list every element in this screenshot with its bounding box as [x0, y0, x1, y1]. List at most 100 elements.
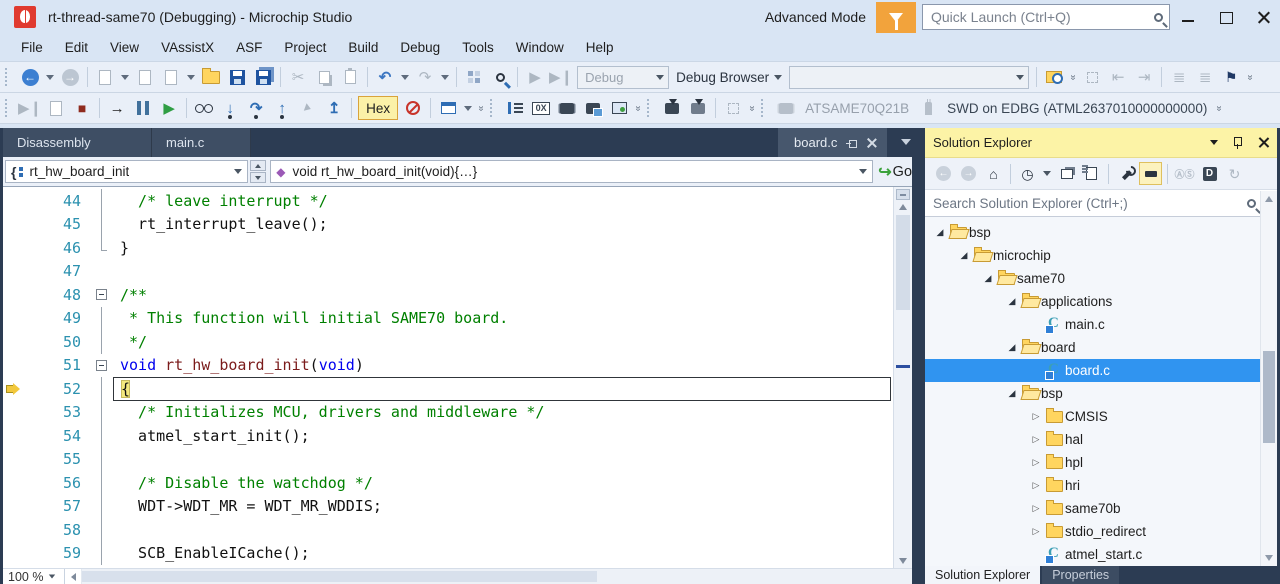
processes-window-icon[interactable] — [436, 96, 460, 120]
window-position-dropdown-icon[interactable] — [1210, 140, 1218, 145]
restart-icon[interactable] — [44, 96, 68, 120]
save-all-icon[interactable] — [251, 65, 275, 89]
comment-lines-icon[interactable]: ≣ — [1167, 65, 1191, 89]
dependencies-view-button[interactable]: D — [1198, 162, 1221, 185]
continue-icon[interactable]: ▶ — [157, 96, 181, 120]
tree-item-board-c[interactable]: board.c — [925, 359, 1277, 382]
toolbar-grip[interactable] — [5, 99, 13, 117]
filter-dropdown-icon[interactable] — [1041, 162, 1053, 185]
breakpoint-margin[interactable] — [3, 518, 23, 542]
expander-collapsed-icon[interactable]: ▷ — [1029, 411, 1043, 422]
new-project-icon[interactable] — [93, 65, 117, 89]
tree-item-bsp[interactable]: ◢bsp — [925, 221, 1277, 244]
tree-item-hal[interactable]: ▷hal — [925, 428, 1277, 451]
spin-down-button[interactable] — [250, 172, 267, 183]
step-out-icon[interactable]: ↑ — [270, 96, 294, 120]
attach-to-target-icon[interactable]: ▶❙ — [18, 96, 42, 120]
tree-item-bsp[interactable]: ◢bsp — [925, 382, 1277, 405]
menu-item-project[interactable]: Project — [273, 36, 337, 59]
scrollbar-thumb[interactable] — [1263, 351, 1275, 443]
start-debugging-icon[interactable]: ▶❙ — [549, 65, 573, 89]
breakpoint-margin[interactable] — [3, 542, 23, 566]
add-item-icon[interactable] — [133, 65, 157, 89]
expander-collapsed-icon[interactable]: ▷ — [1029, 526, 1043, 537]
bottom-tab-properties[interactable]: Properties — [1042, 566, 1119, 584]
device-programming-icon[interactable] — [581, 96, 605, 120]
breakpoint-margin[interactable] — [3, 448, 23, 472]
io-view-icon[interactable] — [555, 96, 579, 120]
breakpoint-margin[interactable] — [3, 330, 23, 354]
quick-launch-box[interactable] — [922, 4, 1170, 30]
toolbar-overflow-icon[interactable]: » — [633, 102, 644, 114]
assembly-view-button[interactable]: ⒶⓈ — [1173, 162, 1196, 185]
read-device-icon[interactable] — [686, 96, 710, 120]
program-device-icon[interactable] — [660, 96, 684, 120]
maximize-button[interactable] — [1218, 10, 1234, 24]
memory-hex-view-icon[interactable]: 0X — [529, 96, 553, 120]
show-all-files-button[interactable] — [1139, 162, 1162, 185]
sync-with-active-document-button[interactable] — [1055, 162, 1078, 185]
toolbar-overflow-icon[interactable]: » — [476, 102, 487, 114]
close-panel-icon[interactable] — [1258, 137, 1269, 148]
pending-changes-filter-button[interactable]: ◷ — [1016, 162, 1039, 185]
zoom-icon[interactable] — [488, 65, 512, 89]
menu-item-view[interactable]: View — [99, 36, 150, 59]
new-file-icon[interactable] — [159, 65, 183, 89]
pin-icon[interactable] — [847, 138, 857, 148]
quickwatch-icon[interactable] — [192, 96, 216, 120]
expander-collapsed-icon[interactable]: ▷ — [1029, 457, 1043, 468]
scroll-down-icon[interactable] — [899, 558, 907, 564]
menu-item-window[interactable]: Window — [505, 36, 575, 59]
toolbar-overflow-icon[interactable]: » — [1214, 102, 1225, 114]
menu-item-debug[interactable]: Debug — [389, 36, 451, 59]
set-next-statement-icon[interactable]: ↥ — [322, 96, 346, 120]
menu-item-edit[interactable]: Edit — [54, 36, 99, 59]
menu-item-build[interactable]: Build — [337, 36, 389, 59]
editor-horizontal-scrollbar[interactable] — [82, 569, 912, 584]
debugger-interface-icon[interactable] — [916, 96, 940, 120]
zoom-level-dropdown[interactable]: 100 % — [3, 569, 65, 584]
tree-item-microchip[interactable]: ◢microchip — [925, 244, 1277, 267]
uncomment-lines-icon[interactable]: ≣ — [1193, 65, 1217, 89]
fold-toggle[interactable] — [91, 283, 113, 307]
selection-mode-icon[interactable] — [1080, 65, 1104, 89]
breakpoint-margin[interactable] — [3, 401, 23, 425]
spin-up-button[interactable] — [250, 160, 267, 171]
solution-explorer-header[interactable]: Solution Explorer — [925, 128, 1277, 158]
run-to-cursor-icon[interactable] — [296, 96, 320, 120]
scope-spinner[interactable] — [250, 160, 267, 183]
trace-icon[interactable] — [721, 96, 745, 120]
code-editor[interactable]: 44 /* leave interrupt */45 rt_interrupt_… — [3, 187, 912, 568]
menu-item-file[interactable]: File — [10, 36, 54, 59]
breakpoint-margin[interactable] — [3, 189, 23, 213]
chevron-down-icon[interactable] — [441, 75, 449, 80]
tab-main-c[interactable]: main.c — [152, 128, 251, 157]
expander-expanded-icon[interactable]: ◢ — [1005, 296, 1019, 307]
solution-explorer-search[interactable] — [925, 190, 1277, 217]
expander-expanded-icon[interactable]: ◢ — [1005, 388, 1019, 399]
expander-collapsed-icon[interactable]: ▷ — [1029, 480, 1043, 491]
breakpoint-margin[interactable] — [3, 213, 23, 237]
collapse-all-button[interactable] — [1080, 162, 1103, 185]
toolbar-grip[interactable] — [5, 68, 13, 86]
menu-item-tools[interactable]: Tools — [451, 36, 505, 59]
scroll-down-icon[interactable] — [1265, 555, 1273, 561]
member-dropdown[interactable]: ◆ void rt_hw_board_init(void){…} — [270, 160, 873, 183]
screen-window-icon[interactable] — [607, 96, 631, 120]
step-over-icon[interactable]: ↷ — [244, 96, 268, 120]
scrollbar-thumb[interactable] — [82, 571, 597, 582]
tree-item-same70b[interactable]: ▷same70b — [925, 497, 1277, 520]
paste-icon[interactable] — [338, 65, 362, 89]
tree-item-board[interactable]: ◢board — [925, 336, 1277, 359]
tree-item-hri[interactable]: ▷hri — [925, 474, 1277, 497]
disable-all-breakpoints-icon[interactable] — [401, 96, 425, 120]
breakpoint-margin[interactable] — [3, 354, 23, 378]
increase-indent-icon[interactable]: ⇥ — [1132, 65, 1156, 89]
bookmark-icon[interactable]: ⚑ — [1219, 65, 1243, 89]
cut-icon[interactable]: ✂ — [286, 65, 310, 89]
scroll-left-button[interactable] — [65, 569, 82, 584]
expander-expanded-icon[interactable]: ◢ — [933, 227, 947, 238]
home-button[interactable]: ⌂ — [982, 162, 1005, 185]
toolbar-overflow-icon[interactable]: » — [1068, 71, 1079, 83]
split-window-handle[interactable] — [896, 189, 910, 200]
